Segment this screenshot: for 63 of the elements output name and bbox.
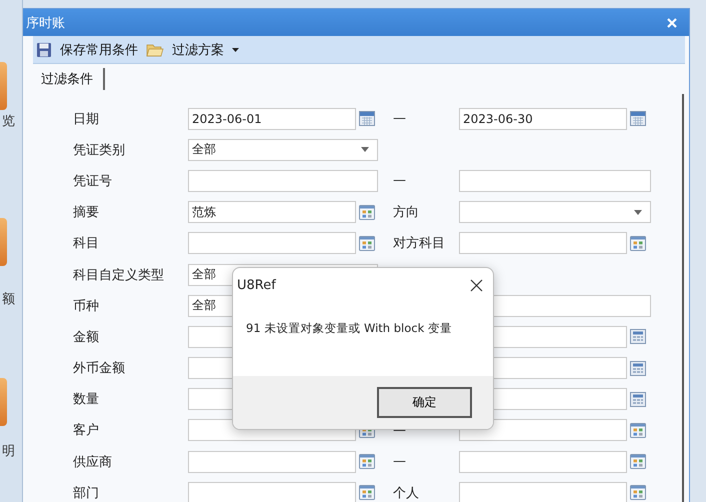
caret-icon	[634, 210, 642, 215]
input-field[interactable]	[188, 482, 356, 502]
field-label: 外币金额	[73, 360, 126, 378]
field-label: —	[393, 422, 406, 438]
input-field[interactable]	[459, 170, 651, 192]
reference-icon[interactable]	[630, 454, 646, 470]
field-label: 凭证类别	[73, 142, 126, 159]
reference-icon[interactable]	[359, 454, 375, 470]
field-label: 科目	[73, 235, 100, 252]
module-label: 明	[2, 442, 15, 460]
filter-scheme-button[interactable]: 过滤方案	[169, 40, 227, 58]
close-icon[interactable]	[470, 278, 483, 292]
field-label: 个人	[393, 484, 419, 502]
field-label: 币种	[73, 298, 100, 315]
calendar-icon[interactable]	[630, 111, 646, 126]
field-label: 日期	[73, 110, 100, 128]
folder-icon[interactable]	[146, 42, 164, 58]
input-field[interactable]	[188, 170, 378, 192]
save-preset-button[interactable]: 保存常用条件	[57, 40, 141, 58]
field-label: —	[393, 454, 406, 470]
caret-icon[interactable]	[232, 48, 239, 52]
reference-icon[interactable]	[630, 485, 646, 500]
module-label: 额	[2, 290, 15, 308]
input-field[interactable]	[188, 232, 356, 254]
dropdown[interactable]: 全部	[188, 138, 378, 161]
reference-icon[interactable]	[359, 485, 375, 500]
field-label: 科目自定义类型	[73, 266, 165, 284]
field-label: 供应商	[73, 454, 113, 471]
input-field[interactable]: 范炼	[188, 201, 356, 224]
field-label: 凭证号	[73, 172, 113, 190]
reference-icon[interactable]	[630, 236, 646, 251]
calculator-icon[interactable]	[630, 392, 646, 407]
field-label: —	[393, 111, 406, 126]
field-label: 方向	[393, 204, 419, 222]
input-field[interactable]	[188, 450, 356, 473]
calendar-icon[interactable]	[359, 111, 375, 126]
save-icon[interactable]	[36, 42, 52, 58]
field-label: 数量	[73, 391, 100, 408]
field-label: 摘要	[73, 204, 100, 222]
tab[interactable]: 过滤条件	[39, 68, 105, 90]
field-label: 金额	[73, 328, 100, 346]
dialog-title: U8Ref	[237, 278, 276, 292]
error-message: 91 未设置对象变量或 With block 变量	[246, 321, 452, 336]
ok-button[interactable]: 确定	[377, 387, 472, 418]
reference-icon[interactable]	[630, 422, 646, 438]
window-title: 序时账	[26, 14, 65, 32]
input-field[interactable]	[459, 450, 627, 473]
reference-icon[interactable]	[359, 236, 375, 251]
input-field[interactable]	[459, 232, 627, 254]
input-field[interactable]	[459, 482, 627, 502]
calculator-icon[interactable]	[630, 360, 646, 376]
dropdown[interactable]	[459, 201, 651, 224]
field-label: 对方科目	[393, 235, 445, 252]
field-label: —	[393, 173, 406, 188]
calculator-icon[interactable]	[630, 329, 646, 344]
input-field[interactable]: 2023-06-01	[188, 108, 356, 130]
reference-icon[interactable]	[359, 204, 375, 220]
field-label: 部门	[73, 484, 100, 502]
caret-icon	[361, 147, 369, 152]
input-field[interactable]	[459, 419, 627, 442]
input-field[interactable]: 2023-06-30	[459, 108, 627, 130]
module-label: 览	[2, 112, 15, 130]
field-label: 客户	[73, 422, 100, 440]
